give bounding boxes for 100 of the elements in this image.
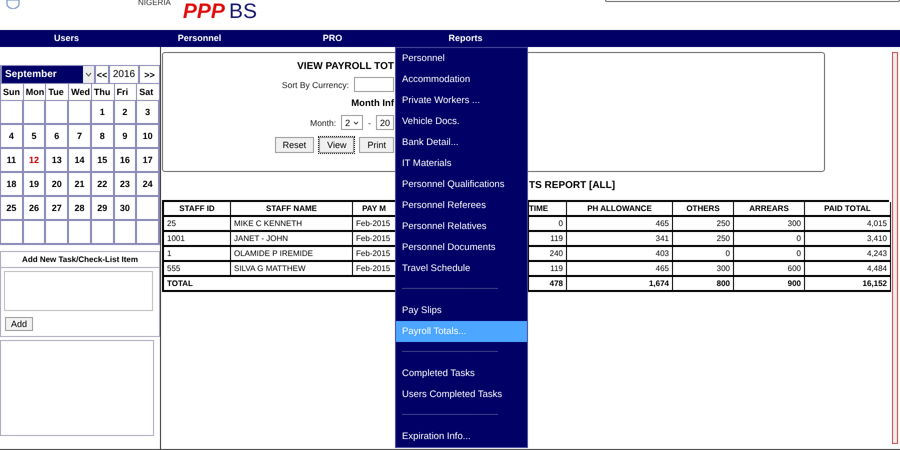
- table-cell: 465: [567, 217, 673, 232]
- menu-item[interactable]: Users Completed Tasks: [396, 384, 527, 405]
- calendar-day[interactable]: 6: [46, 125, 70, 149]
- currency-field[interactable]: [354, 77, 394, 92]
- table-cell: 1001: [164, 232, 231, 247]
- task-input[interactable]: [4, 271, 153, 311]
- calendar-day[interactable]: 23: [114, 173, 138, 197]
- table-cell: 0: [734, 247, 805, 262]
- total-cell: 800: [673, 277, 734, 292]
- calendar-day[interactable]: 24: [137, 173, 160, 197]
- menu-item[interactable]: Vehicle Docs.: [396, 111, 527, 132]
- menu-item[interactable]: Private Workers ...: [396, 90, 527, 111]
- table-cell: 250: [673, 217, 734, 232]
- year-label: 2016: [109, 65, 139, 84]
- column-header: PH ALLOWANCE: [567, 202, 673, 217]
- table-cell: 250: [673, 232, 734, 247]
- menu-item[interactable]: Bank Detail...: [396, 132, 527, 153]
- calendar-day[interactable]: 7: [69, 125, 92, 149]
- table-cell: 300: [734, 217, 805, 232]
- empty-day-cell: [46, 101, 70, 125]
- menu-item[interactable]: Travel Schedule: [396, 258, 527, 279]
- calendar-day[interactable]: 4: [1, 125, 24, 149]
- calendar-day[interactable]: 1: [92, 101, 115, 125]
- nav-item[interactable]: Users: [0, 30, 133, 47]
- calendar-day[interactable]: 18: [1, 173, 24, 197]
- next-year-button[interactable]: >>: [139, 65, 160, 84]
- weekday-label: Sun: [1, 84, 24, 101]
- total-cell: 900: [734, 277, 805, 292]
- report-title: TS REPORT [ALL]: [529, 180, 616, 191]
- table-cell: 3,410: [805, 232, 891, 247]
- calendar-day[interactable]: 3: [137, 101, 160, 125]
- menu-item[interactable]: Personnel Qualifications: [396, 174, 527, 195]
- total-cell: 1,674: [567, 277, 673, 292]
- calendar-day[interactable]: 20: [46, 173, 70, 197]
- table-cell: OLAMIDE P IREMIDE: [231, 247, 353, 262]
- weekday-label: Sat: [137, 84, 160, 101]
- scrollbar[interactable]: [892, 52, 898, 444]
- calendar-day[interactable]: 27: [46, 197, 70, 221]
- calendar-day[interactable]: 17: [137, 149, 160, 173]
- form-button[interactable]: Print: [359, 137, 394, 153]
- empty-day-cell: [92, 221, 115, 245]
- weekday-label: Wed: [69, 84, 92, 101]
- column-header: STAFF NAME: [231, 202, 353, 217]
- column-header: ARREARS: [734, 202, 805, 217]
- calendar-day[interactable]: 9: [114, 125, 138, 149]
- menu-item[interactable]: Accommodation: [396, 69, 527, 90]
- table-cell: 555: [164, 262, 231, 277]
- calendar-day[interactable]: 28: [69, 197, 92, 221]
- calendar-day[interactable]: 30: [114, 197, 138, 221]
- nav-item[interactable]: Personnel: [133, 30, 266, 47]
- menu-item[interactable]: IT Materials: [396, 153, 527, 174]
- month-select[interactable]: September: [1, 65, 95, 84]
- table-cell: 4,243: [805, 247, 891, 262]
- table-cell: 403: [567, 247, 673, 262]
- calendar-day[interactable]: 2: [114, 101, 138, 125]
- menu-item[interactable]: Personnel Documents: [396, 237, 527, 258]
- empty-day-cell: [69, 221, 92, 245]
- menu-item[interactable]: Personnel: [396, 48, 527, 69]
- add-button[interactable]: Add: [5, 317, 34, 331]
- menu-item[interactable]: Personnel Relatives: [396, 216, 527, 237]
- year-field[interactable]: 20: [376, 115, 394, 130]
- table-cell: MIKE C KENNETH: [231, 217, 353, 232]
- calendar-day[interactable]: 16: [114, 149, 138, 173]
- calendar-day[interactable]: 19: [24, 173, 46, 197]
- table-cell: SILVA G MATTHEW: [231, 262, 353, 277]
- nav-item[interactable]: PRO: [266, 30, 399, 47]
- calendar-day[interactable]: 25: [1, 197, 24, 221]
- dash-text: -: [368, 118, 371, 128]
- empty-day-cell: [137, 197, 160, 221]
- calendar-day[interactable]: 15: [92, 149, 115, 173]
- calendar-day[interactable]: 26: [24, 197, 46, 221]
- logo-text: PPP: [182, 1, 225, 22]
- calendar-day[interactable]: 8: [92, 125, 115, 149]
- calendar-day[interactable]: 21: [69, 173, 92, 197]
- form-button[interactable]: View: [319, 137, 354, 153]
- field-label: Month:: [310, 118, 336, 128]
- calendar-day[interactable]: 12: [24, 149, 46, 173]
- table-cell: 0: [673, 247, 734, 262]
- menu-item[interactable]: Pay Slips: [396, 300, 527, 321]
- menu-item[interactable]: Expiration Info...: [396, 426, 527, 447]
- task-title: Add New Task/Check-List Item: [1, 252, 159, 268]
- form-button[interactable]: Reset: [274, 137, 314, 153]
- weekday-label: Fri: [114, 84, 138, 101]
- nav-item[interactable]: Reports: [399, 30, 532, 47]
- table-cell: 300: [673, 262, 734, 277]
- caret-icon: [353, 120, 360, 124]
- calendar-day[interactable]: 5: [24, 125, 46, 149]
- calendar-day[interactable]: 13: [46, 149, 70, 173]
- table-cell: 1: [164, 247, 231, 262]
- calendar-day[interactable]: 11: [1, 149, 24, 173]
- calendar-day[interactable]: 14: [69, 149, 92, 173]
- month-field[interactable]: 2: [341, 115, 364, 130]
- empty-day-cell: [69, 101, 92, 125]
- calendar-day[interactable]: 10: [137, 125, 160, 149]
- menu-item[interactable]: Completed Tasks: [396, 363, 527, 384]
- shield-icon: [6, 0, 20, 9]
- calendar-day[interactable]: 29: [92, 197, 115, 221]
- calendar-day[interactable]: 22: [92, 173, 115, 197]
- prev-year-button[interactable]: <<: [95, 65, 109, 84]
- menu-item[interactable]: Personnel Referees: [396, 195, 527, 216]
